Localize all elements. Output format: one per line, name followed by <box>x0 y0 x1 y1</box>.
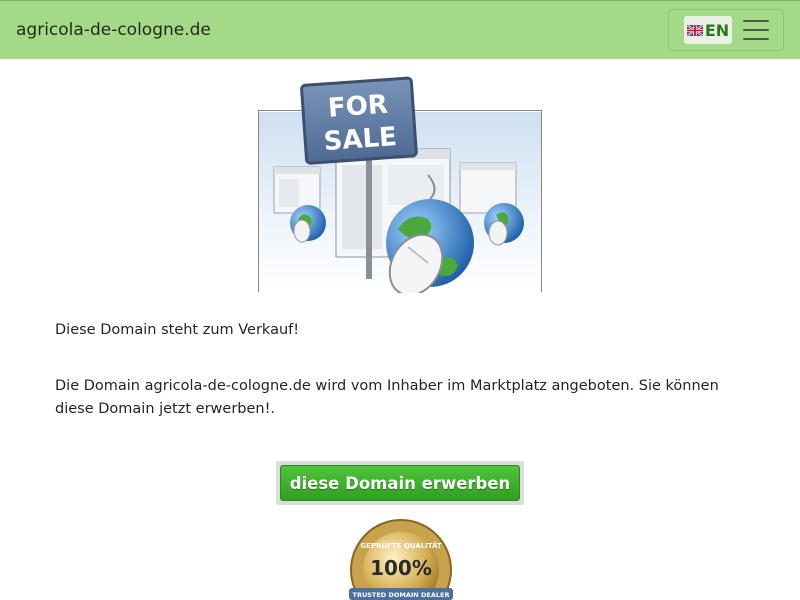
for-sale-sign: FOR SALE <box>300 76 418 165</box>
svg-text:SALE: SALE <box>323 122 398 157</box>
nav-controls: EN <box>668 9 784 51</box>
for-sale-illustration: FOR SALE <box>258 76 542 293</box>
site-title[interactable]: agricola-de-cologne.de <box>16 20 211 40</box>
buy-button-frame: diese Domain erwerben <box>276 461 524 505</box>
svg-text:FOR: FOR <box>327 90 389 124</box>
uk-flag-icon <box>686 24 703 36</box>
language-switch-button[interactable]: EN <box>684 16 732 44</box>
sale-headline: Diese Domain steht zum Verkauf! <box>55 322 300 338</box>
svg-text:100%: 100% <box>370 556 432 580</box>
svg-text:GEPRÜFTE QUALITÄT: GEPRÜFTE QUALITÄT <box>360 541 442 550</box>
hamburger-menu-icon[interactable] <box>743 20 769 40</box>
top-navbar: agricola-de-cologne.de EN <box>0 0 800 59</box>
for-sale-graphic: FOR SALE <box>259 76 541 293</box>
trusted-dealer-seal-icon: GEPRÜFTE QUALITÄT 100% TRUSTED DOMAIN DE… <box>349 519 453 600</box>
svg-text:TRUSTED DOMAIN DEALER: TRUSTED DOMAIN DEALER <box>353 591 450 599</box>
language-label: EN <box>704 20 730 40</box>
sale-description: Die Domain agricola-de-cologne.de wird v… <box>55 378 719 417</box>
buy-domain-button[interactable]: diese Domain erwerben <box>280 465 520 501</box>
